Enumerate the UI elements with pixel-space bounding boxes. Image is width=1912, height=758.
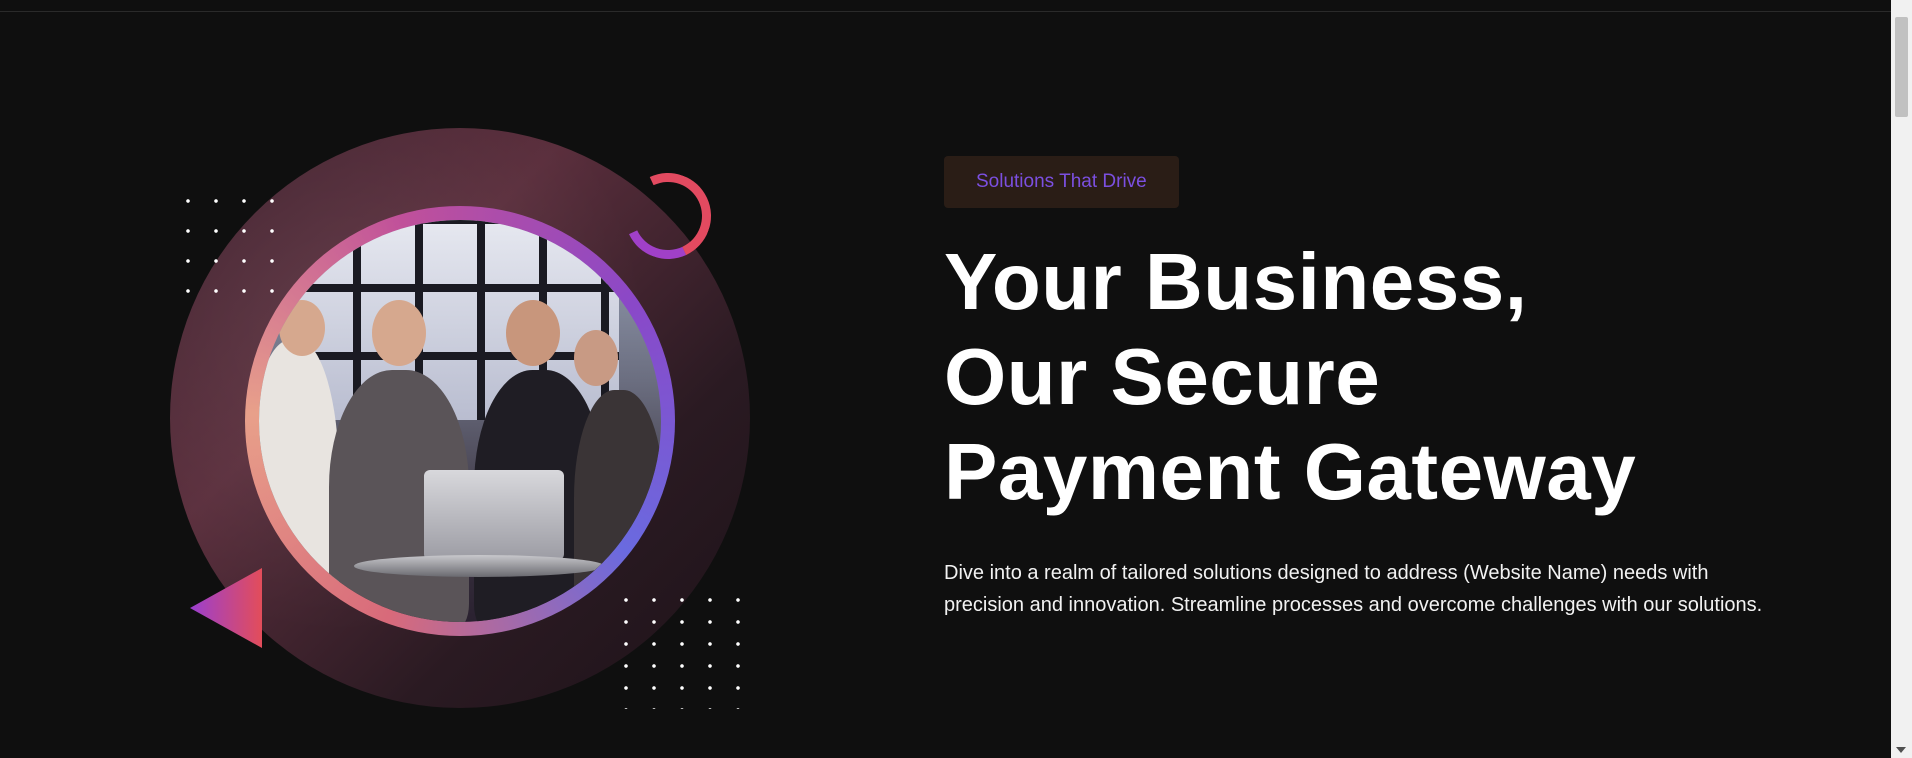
- person-left-head: [279, 300, 325, 356]
- hero-headline: Your Business, Our Secure Payment Gatewa…: [944, 234, 1784, 519]
- headline-line-3: Payment Gateway: [944, 427, 1637, 516]
- headline-line-2: Our Secure: [944, 332, 1381, 421]
- vertical-scrollbar[interactable]: [1891, 0, 1912, 758]
- team-meeting-photo: [259, 220, 661, 622]
- person-beard-head: [506, 300, 560, 366]
- dot-pattern-top-left: [174, 186, 274, 306]
- dot-pattern-bottom-right: [612, 589, 752, 709]
- hero-description: Dive into a realm of tailored solutions …: [944, 562, 1763, 616]
- person-glasses-head: [372, 300, 426, 366]
- hero-badge: Solutions That Drive: [944, 156, 1179, 208]
- table: [354, 555, 604, 577]
- hero-content: Solutions That Drive Your Business, Our …: [944, 156, 1784, 621]
- person-left: [259, 340, 339, 622]
- person-right-head: [574, 330, 618, 386]
- chevron-down-icon[interactable]: [1896, 747, 1906, 753]
- person-right: [574, 390, 661, 622]
- headline-line-1: Your Business,: [944, 237, 1528, 326]
- laptop: [424, 470, 564, 560]
- hero-visual: [170, 128, 760, 718]
- hero-section: Solutions That Drive Your Business, Our …: [0, 0, 1891, 758]
- scrollbar-thumb[interactable]: [1895, 17, 1908, 117]
